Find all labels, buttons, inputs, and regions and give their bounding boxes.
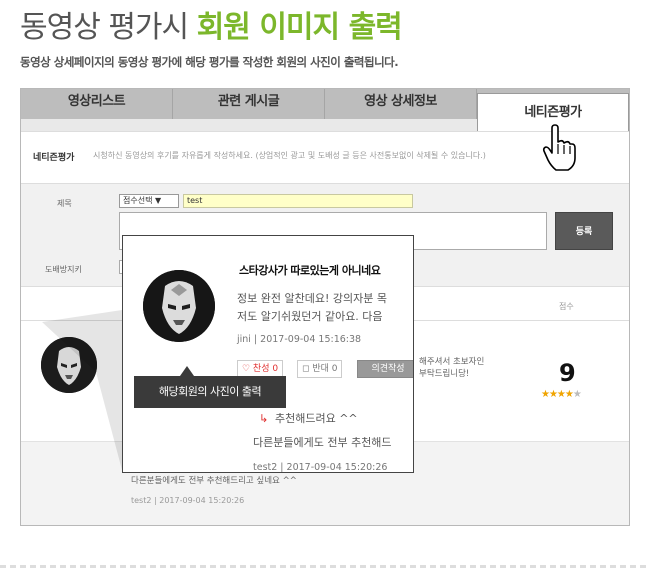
hand-cursor-icon bbox=[542, 124, 576, 171]
popup-review-title[interactable]: 스타강사가 따로있는게 아니네요 bbox=[239, 262, 381, 278]
zoomed-review-popup: 스타강사가 따로있는게 아니네요 정보 완전 알찬데요! 강의자분 목 저도 알… bbox=[122, 235, 414, 473]
popup-review-body-line2: 저도 알기쉬웠던거 같아요. 다음 bbox=[237, 310, 383, 323]
reply-arrow-icon: ↳ bbox=[259, 412, 269, 425]
popup-reply-meta: test2 | 2017-09-04 15:20:26 bbox=[253, 462, 388, 473]
tooltip-arrow bbox=[180, 366, 194, 376]
popup-review-meta: jini | 2017-09-04 15:16:38 bbox=[237, 334, 362, 345]
popup-review-body-line1: 정보 완전 알찬데요! 강의자분 목 bbox=[237, 292, 387, 305]
avatar bbox=[143, 270, 215, 342]
oppose-button[interactable]: ◻ 반대 0 bbox=[297, 360, 343, 378]
popup-reply-line2: 다른분들에게도 전부 추천해드 bbox=[253, 436, 392, 449]
bottom-divider bbox=[0, 565, 650, 568]
write-opinion-button[interactable]: 의견작성 bbox=[357, 360, 413, 378]
member-photo-tooltip: 해당회원의 사진이 출력 bbox=[134, 376, 286, 408]
popup-reply-line1: 추천해드려요 ^^ bbox=[275, 412, 358, 425]
